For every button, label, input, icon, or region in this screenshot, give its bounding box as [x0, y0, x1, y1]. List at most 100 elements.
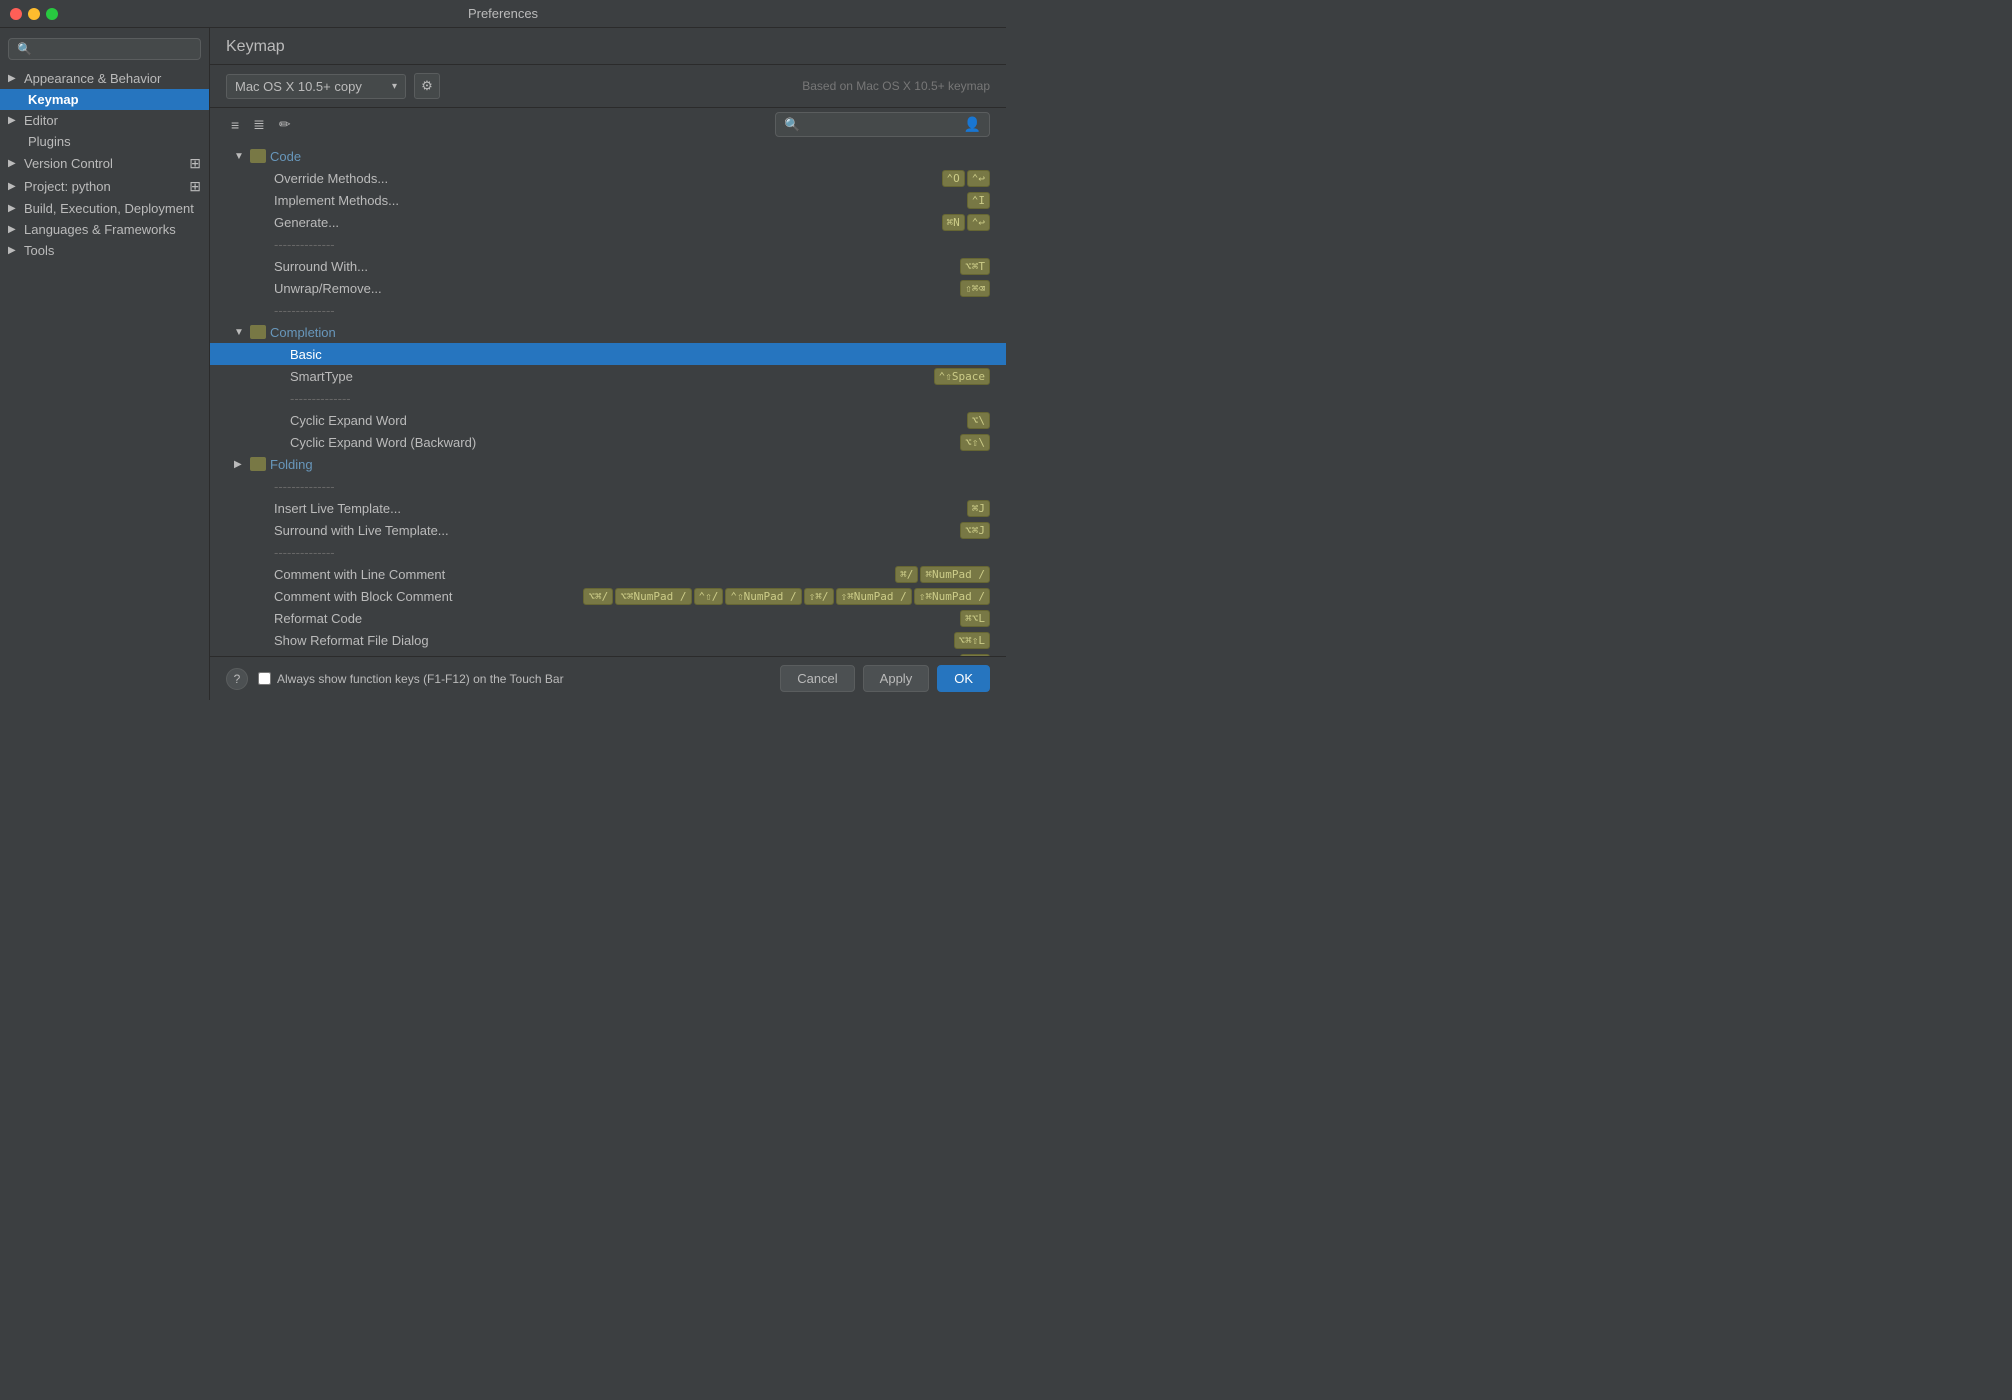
- expand-all-button[interactable]: ≡: [226, 113, 244, 136]
- keymap-info-text: Based on Mac OS X 10.5+ keymap: [802, 79, 990, 93]
- touch-bar-checkbox[interactable]: [258, 672, 271, 685]
- tree-item-auto-indent[interactable]: Auto-Indent Lines ⌃⌥I: [210, 651, 1006, 656]
- shortcut-badges: ⌃⇧Space: [934, 368, 990, 385]
- separator-text: --------------: [274, 303, 990, 318]
- window-controls[interactable]: [10, 8, 58, 20]
- shortcut-badge: ⌃↩: [967, 214, 990, 231]
- sidebar-item-label: Keymap: [28, 92, 79, 107]
- tree-item-unwrap-remove[interactable]: Unwrap/Remove... ⇧⌘⌫: [210, 277, 1006, 299]
- tree-separator-1: --------------: [210, 233, 1006, 255]
- bottom-buttons: Cancel Apply OK: [780, 665, 990, 692]
- sidebar-item-keymap[interactable]: Keymap: [0, 89, 209, 110]
- folder-icon: [250, 325, 266, 339]
- keymap-dropdown[interactable]: Mac OS X 10.5+ copy ▾: [226, 74, 406, 99]
- tree-item-label: Show Reformat File Dialog: [274, 633, 954, 648]
- shortcut-badge: ⌃⇧/: [694, 588, 724, 605]
- edit-shortcut-button[interactable]: ✏: [274, 113, 296, 136]
- tree-item-basic[interactable]: Basic: [210, 343, 1006, 365]
- separator-text: --------------: [274, 545, 990, 560]
- shortcut-badge: ⌘J: [967, 500, 990, 517]
- shortcut-badges: ⌘N ⌃↩: [942, 214, 991, 231]
- sidebar-item-appearance-behavior[interactable]: ▶ Appearance & Behavior: [0, 68, 209, 89]
- shortcut-badges: ⌘J: [967, 500, 990, 517]
- tree-item-label: Implement Methods...: [274, 193, 967, 208]
- shortcut-badge: ⌥⇧\: [960, 434, 990, 451]
- tree-item-label: Surround With...: [274, 259, 960, 274]
- tree-item-implement-methods[interactable]: Implement Methods... ⌃I: [210, 189, 1006, 211]
- sidebar-search-icon: 🔍: [17, 42, 32, 56]
- sidebar-search-input[interactable]: [36, 42, 192, 56]
- expand-arrow-icon: ▶: [8, 203, 20, 214]
- expand-arrow-icon: ▶: [8, 115, 20, 126]
- tree-item-label: Reformat Code: [274, 611, 960, 626]
- separator-text: --------------: [274, 479, 990, 494]
- gear-button[interactable]: ⚙: [414, 73, 440, 99]
- sidebar: 🔍 ▶ Appearance & Behavior Keymap ▶ Edito…: [0, 28, 210, 700]
- folder-icon: [250, 149, 266, 163]
- tree-item-label: Auto-Indent Lines: [274, 655, 960, 657]
- shortcut-badge: ⌃⇧Space: [934, 368, 990, 385]
- shortcut-badges: ⌃I: [967, 192, 990, 209]
- tree-item-surround-live-template[interactable]: Surround with Live Template... ⌥⌘J: [210, 519, 1006, 541]
- shortcut-badges: ⌥⌘J: [960, 522, 990, 539]
- tree-folder-code[interactable]: ▼ Code: [210, 145, 1006, 167]
- tree-item-label: Surround with Live Template...: [274, 523, 960, 538]
- version-control-icon: ⊞: [189, 155, 201, 172]
- tree-separator-2: --------------: [210, 299, 1006, 321]
- tree-item-smarttype[interactable]: SmartType ⌃⇧Space: [210, 365, 1006, 387]
- touch-bar-checkbox-row[interactable]: Always show function keys (F1-F12) on th…: [258, 672, 564, 686]
- tree-item-label: Comment with Block Comment: [274, 589, 583, 604]
- tree-item-show-reformat[interactable]: Show Reformat File Dialog ⌥⌘⇧L: [210, 629, 1006, 651]
- shortcut-badge: ⌃O: [942, 170, 965, 187]
- tree-item-generate[interactable]: Generate... ⌘N ⌃↩: [210, 211, 1006, 233]
- help-button[interactable]: ?: [226, 668, 248, 690]
- touch-bar-checkbox-label: Always show function keys (F1-F12) on th…: [277, 672, 564, 686]
- tree-folder-completion[interactable]: ▼ Completion: [210, 321, 1006, 343]
- tree-folder-folding[interactable]: ▶ Folding: [210, 453, 1006, 475]
- shortcut-badge: ⌥⌘/: [583, 588, 613, 605]
- tree-item-cyclic-expand[interactable]: Cyclic Expand Word ⌥\: [210, 409, 1006, 431]
- expand-arrow-icon: ▶: [8, 73, 20, 84]
- close-button[interactable]: [10, 8, 22, 20]
- collapse-all-button[interactable]: ≣: [248, 113, 270, 136]
- sidebar-item-tools[interactable]: ▶ Tools: [0, 240, 209, 261]
- tree-item-label: Override Methods...: [274, 171, 942, 186]
- tree-item-label: Unwrap/Remove...: [274, 281, 960, 296]
- shortcut-badge: ⌃⌥I: [960, 654, 990, 657]
- bottom-bar: ? Always show function keys (F1-F12) on …: [210, 656, 1006, 700]
- minimize-button[interactable]: [28, 8, 40, 20]
- gear-icon: ⚙: [421, 78, 433, 94]
- shortcut-badges: ⌥⌘/ ⌥⌘NumPad / ⌃⇧/ ⌃⇧NumPad / ⇧⌘/ ⇧⌘NumP…: [583, 588, 990, 605]
- folder-icon: [250, 457, 266, 471]
- search-right-box[interactable]: 🔍 👤: [775, 112, 990, 137]
- sidebar-search-box[interactable]: 🔍: [8, 38, 201, 60]
- tree-item-comment-line[interactable]: Comment with Line Comment ⌘/ ⌘NumPad /: [210, 563, 1006, 585]
- tree-item-label: Cyclic Expand Word: [290, 413, 967, 428]
- tree-item-comment-block[interactable]: Comment with Block Comment ⌥⌘/ ⌥⌘NumPad …: [210, 585, 1006, 607]
- maximize-button[interactable]: [46, 8, 58, 20]
- sidebar-item-version-control[interactable]: ▶ Version Control ⊞: [0, 152, 209, 175]
- sidebar-item-build-execution[interactable]: ▶ Build, Execution, Deployment: [0, 198, 209, 219]
- apply-button[interactable]: Apply: [863, 665, 930, 692]
- expand-arrow-icon: ▶: [8, 224, 20, 235]
- tree-item-cyclic-expand-back[interactable]: Cyclic Expand Word (Backward) ⌥⇧\: [210, 431, 1006, 453]
- tree-item-reformat-code[interactable]: Reformat Code ⌘⌥L: [210, 607, 1006, 629]
- ok-button[interactable]: OK: [937, 665, 990, 692]
- tree-item-label: Completion: [270, 325, 990, 340]
- tree-item-override-methods[interactable]: Override Methods... ⌃O ⌃↩: [210, 167, 1006, 189]
- expand-arrow-icon: ▶: [8, 158, 20, 169]
- sidebar-item-plugins[interactable]: Plugins: [0, 131, 209, 152]
- shortcut-badges: ⌥\: [967, 412, 990, 429]
- window-title: Preferences: [468, 6, 538, 21]
- tree-item-insert-live-template[interactable]: Insert Live Template... ⌘J: [210, 497, 1006, 519]
- sidebar-item-editor[interactable]: ▶ Editor: [0, 110, 209, 131]
- keymap-dropdown-value: Mac OS X 10.5+ copy: [235, 79, 362, 94]
- cancel-button[interactable]: Cancel: [780, 665, 854, 692]
- sidebar-item-languages-frameworks[interactable]: ▶ Languages & Frameworks: [0, 219, 209, 240]
- keymap-search-input[interactable]: [805, 118, 960, 132]
- sidebar-item-project-python[interactable]: ▶ Project: python ⊞: [0, 175, 209, 198]
- shortcut-badge: ⌃I: [967, 192, 990, 209]
- shortcut-badge: ⌘⌥L: [960, 610, 990, 627]
- toolbar-left: ≡ ≣ ✏: [226, 113, 296, 136]
- tree-item-surround-with[interactable]: Surround With... ⌥⌘T: [210, 255, 1006, 277]
